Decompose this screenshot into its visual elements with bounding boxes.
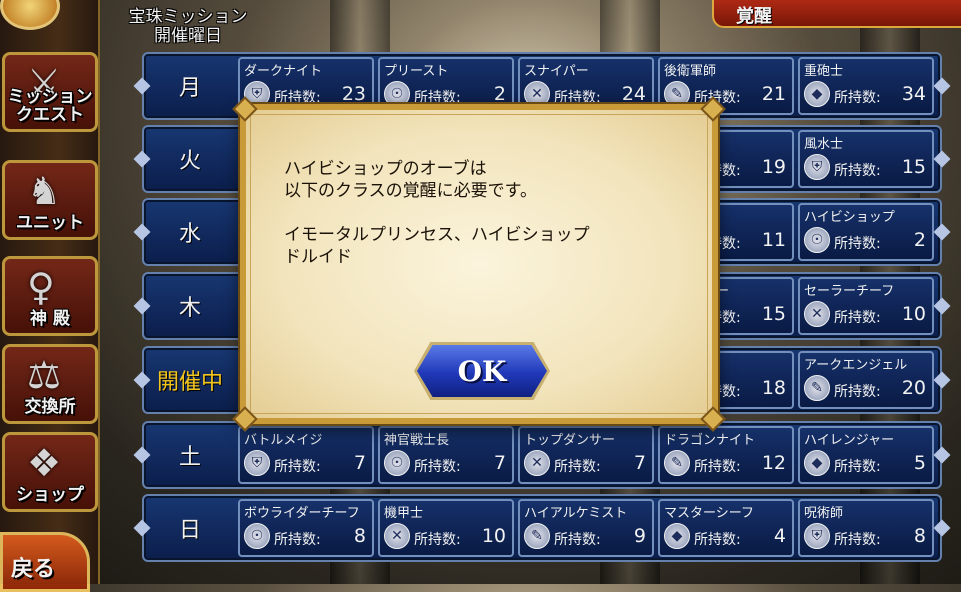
dialog-line: イモータルプリンセス、ハイビショップ — [284, 225, 590, 245]
dialog-line: 以下のクラスの覚醒に必要です。 — [284, 181, 537, 201]
ok-button-label: OK — [457, 354, 507, 388]
ok-button[interactable]: OK — [414, 342, 550, 400]
ok-button-face: OK — [417, 345, 547, 397]
dialog-message: ハイビショップのオーブは 以下のクラスの覚醒に必要です。 イモータルプリンセス、… — [284, 158, 684, 290]
dialog-line: ハイビショップのオーブは — [284, 159, 487, 179]
dialog-line: ドルイド — [284, 247, 352, 267]
info-dialog: ハイビショップのオーブは 以下のクラスの覚醒に必要です。 イモータルプリンセス、… — [232, 96, 726, 432]
